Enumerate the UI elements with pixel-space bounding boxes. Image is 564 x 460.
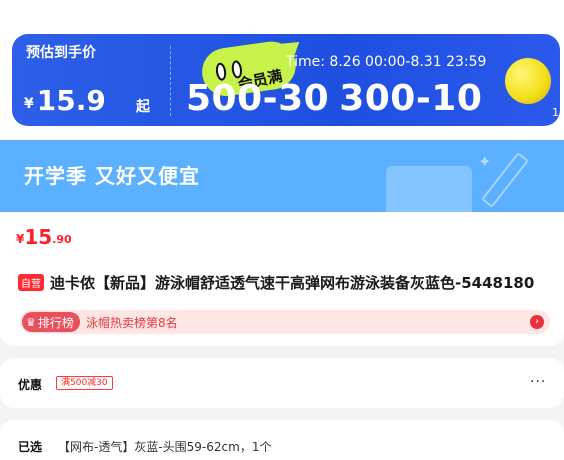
product-title-row: 自营 迪卡侬【新品】游泳帽舒适透气速干高弹网布游泳装备灰蓝色-5448180 [18, 272, 534, 293]
promo-deals: 500-30 300-10 [186, 78, 482, 119]
product-currency: ¥ [16, 232, 25, 246]
product-title: 迪卡侬【新品】游泳帽舒适透气速干高弹网布游泳装备灰蓝色-5448180 [50, 274, 535, 292]
trophy-icon: ♛ [26, 315, 36, 329]
school-banner-text: 开学季 又好又便宜 [24, 164, 200, 188]
currency-symbol: ¥ [24, 96, 34, 112]
product-price-dec: .90 [52, 233, 72, 246]
banner-divider [170, 46, 171, 116]
estimated-price: ¥ 15.9 [24, 86, 106, 116]
promo-banner[interactable]: 预估到手价 ¥ 15.9 起 会员满 Time: 8.26 00:00-8.31… [12, 34, 560, 126]
deal-500-30: 500-30 [186, 78, 330, 119]
promo-banner-area: 预估到手价 ¥ 15.9 起 会员满 Time: 8.26 00:00-8.31… [0, 0, 564, 140]
price-suffix: 起 [136, 99, 150, 115]
selected-spec-row[interactable]: 已选 【网布-透气】灰蓝-头围59-62cm，1个 [0, 420, 564, 460]
ranking-tag: ♛ 排行榜 [22, 312, 80, 332]
deal-300-10: 300-10 [339, 78, 483, 119]
offers-row[interactable]: 优惠 满500减30 ··· [0, 358, 564, 408]
estimated-price-label: 预估到手价 [26, 45, 96, 61]
product-info-card: ¥ 15 .90 自营 迪卡侬【新品】游泳帽舒适透气速干高弹网布游泳装备灰蓝色-… [0, 212, 564, 346]
self-operated-badge: 自营 [18, 274, 44, 291]
chevron-right-icon[interactable]: › [530, 315, 544, 329]
back-to-school-banner[interactable]: 开学季 又好又便宜 ✦ [0, 140, 564, 212]
selected-label: 已选 [18, 440, 43, 454]
ranking-text: 泳帽热卖榜第8名 [86, 316, 178, 330]
ball-icon [505, 58, 551, 104]
ranking-bar[interactable]: ♛ 排行榜 泳帽热卖榜第8名 › [20, 310, 550, 334]
folder-icon [386, 166, 472, 212]
selected-value: 【网布-透气】灰蓝-头围59-62cm，1个 [58, 440, 272, 454]
product-price-int: 15 [24, 225, 53, 249]
offers-label: 优惠 [18, 378, 43, 392]
promo-time: Time: 8.26 00:00-8.31 23:59 [286, 54, 487, 70]
ranking-tag-label: 排行榜 [37, 315, 74, 330]
more-icon[interactable]: ··· [530, 374, 546, 390]
coupon-badge: 满500减30 [56, 376, 113, 390]
product-price: ¥ 15 .90 [16, 226, 72, 248]
sparkle-icon: ✦ [478, 152, 492, 171]
banner-page-indicator: 1/5 [552, 106, 560, 119]
estimated-price-value: 15.9 [36, 84, 106, 117]
